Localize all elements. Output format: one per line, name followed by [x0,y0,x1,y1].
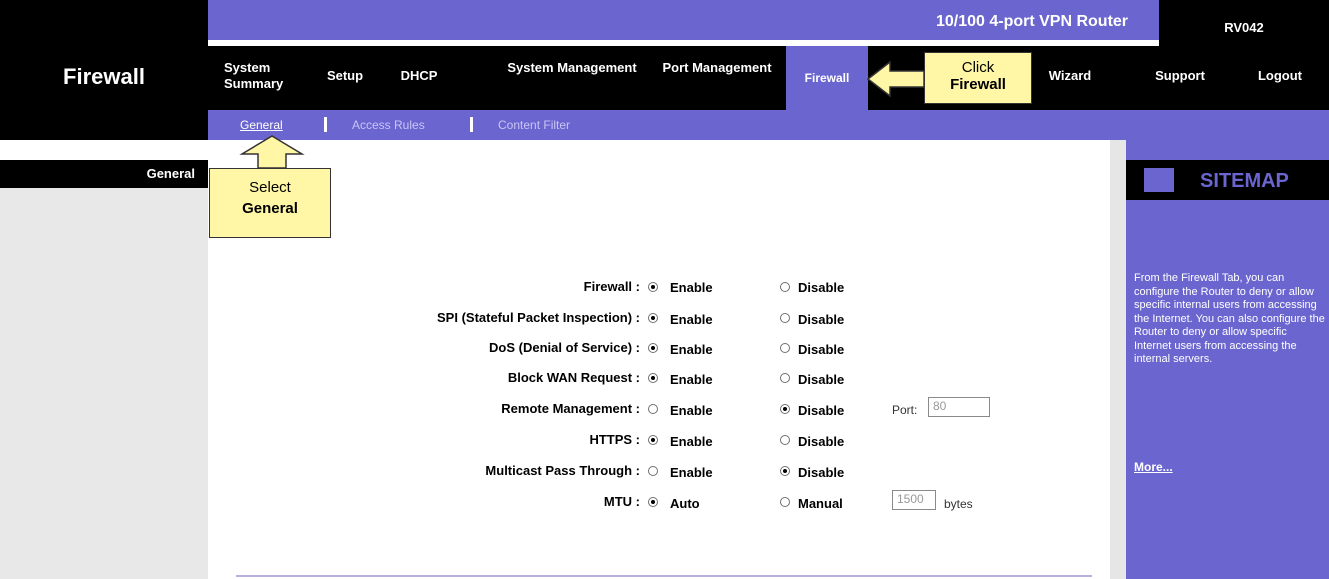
select-general-callout: Select General [209,168,331,238]
firewall-enable-radio[interactable] [648,282,658,292]
subnav-divider [324,117,327,132]
mtu-manual-radio[interactable] [780,497,790,507]
sitemap-icon [1144,168,1174,192]
nav-label: Wizard [1048,68,1092,83]
content-panel [208,148,1120,579]
multicast-enable-label: Enable [670,465,713,480]
nav-setup[interactable]: Setup [320,68,370,84]
mtu-label: MTU : [603,494,640,509]
click-firewall-callout: Click Firewall [924,52,1032,104]
subnav-content-filter[interactable]: Content Filter [498,118,570,132]
dos-disable-label: Disable [798,342,845,357]
callout-line2: Firewall [950,76,1006,93]
nav-label: System Management [507,60,637,75]
model-name: RV042 [1159,0,1329,50]
nav-support[interactable]: Support [1140,68,1220,84]
block-wan-label: Block WAN Request : [507,370,640,385]
nav-dhcp[interactable]: DHCP [393,68,445,84]
firewall-disable-label: Disable [798,280,845,295]
nav-label: Firewall [804,71,850,85]
https-enable-radio[interactable] [648,435,658,445]
block-wan-disable-radio[interactable] [780,373,790,383]
page-title: Firewall [63,64,145,89]
nav-label: Support [1155,68,1205,83]
spi-disable-radio[interactable] [780,313,790,323]
nav-system-management[interactable]: System Management [502,60,642,76]
https-disable-radio[interactable] [780,435,790,445]
block-wan-disable-label: Disable [798,372,845,387]
mtu-value-field[interactable]: 1500 [892,490,936,510]
sitemap-more-link[interactable]: More... [1134,460,1173,474]
callout-line1: Select [249,179,291,196]
nav-system-summary[interactable]: System Summary [224,60,304,92]
left-arrow-icon [866,60,925,98]
https-disable-label: Disable [798,434,845,449]
subnav-general[interactable]: General [240,118,283,132]
sitemap-title: SITEMAP [1200,170,1289,192]
remote-management-disable-radio[interactable] [780,404,790,414]
callout-line1: Click [961,59,995,76]
nav-label: Setup [326,68,364,83]
spi-label: SPI (Stateful Packet Inspection) : [437,310,640,325]
remote-management-label: Remote Management : [501,401,640,416]
mtu-unit-label: bytes [944,497,973,511]
sitemap-text: From the Firewall Tab, you can configure… [1134,272,1325,365]
nav-label: Port Management [662,60,772,75]
block-wan-enable-radio[interactable] [648,373,658,383]
left-column [0,188,208,579]
multicast-label: Multicast Pass Through : [485,463,640,478]
multicast-disable-radio[interactable] [780,466,790,476]
firewall-disable-radio[interactable] [780,282,790,292]
bottom-divider [236,575,1092,577]
callout-line2: General [242,200,298,217]
nav-label: System Summary [224,60,284,91]
nav-label: Logout [1257,68,1303,83]
product-name: 10/100 4-port VPN Router [935,13,1129,30]
panel-gutter [1110,140,1126,579]
https-enable-label: Enable [670,434,713,449]
nav-firewall[interactable]: Firewall [786,46,868,110]
dos-disable-radio[interactable] [780,343,790,353]
up-arrow-icon [239,135,305,169]
section-label: General [146,166,195,181]
nav-port-management[interactable]: Port Management [662,60,772,76]
nav-wizard[interactable]: Wizard [1030,68,1110,84]
mtu-auto-label: Auto [670,496,700,511]
spi-enable-radio[interactable] [648,313,658,323]
subnav-divider [470,117,473,132]
firewall-enable-label: Enable [670,280,713,295]
block-wan-enable-label: Enable [670,372,713,387]
multicast-disable-label: Disable [798,465,845,480]
firewall-label: Firewall : [583,279,640,294]
mtu-auto-radio[interactable] [648,497,658,507]
dos-enable-label: Enable [670,342,713,357]
https-label: HTTPS : [589,432,640,447]
spi-enable-label: Enable [670,312,713,327]
dos-label: DoS (Denial of Service) : [489,340,640,355]
mtu-manual-label: Manual [798,496,843,511]
nav-logout[interactable]: Logout [1240,68,1320,84]
subnav-access-rules[interactable]: Access Rules [352,118,425,132]
remote-management-enable-label: Enable [670,403,713,418]
remote-port-field[interactable]: 80 [928,397,990,417]
port-label: Port: [892,403,918,417]
remote-management-disable-label: Disable [798,403,845,418]
dos-enable-radio[interactable] [648,343,658,353]
multicast-enable-radio[interactable] [648,466,658,476]
remote-management-enable-radio[interactable] [648,404,658,414]
spi-disable-label: Disable [798,312,845,327]
nav-label: DHCP [400,68,438,83]
